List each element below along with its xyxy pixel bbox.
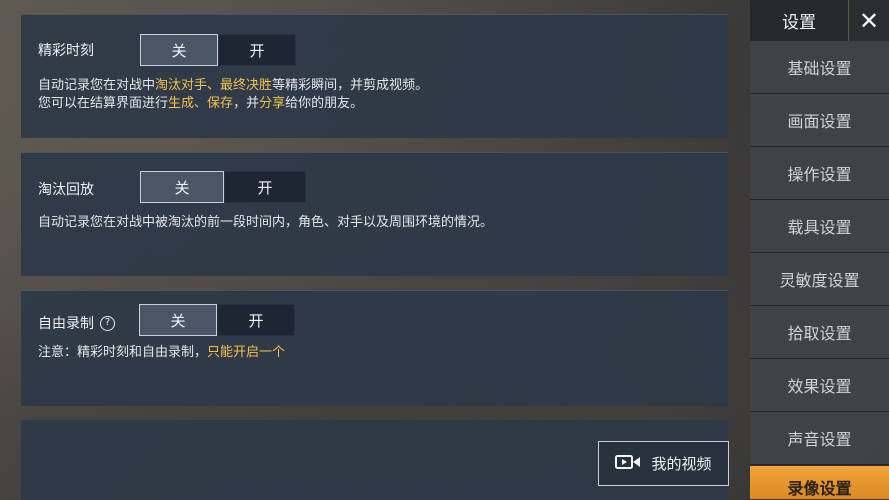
video-camera-icon — [615, 454, 641, 474]
highlights-toggle: 关 开 — [140, 34, 296, 66]
elimination-replay-on-button[interactable]: 开 — [224, 171, 306, 203]
note-text: 注意：精彩时刻和自由录制， — [38, 345, 208, 360]
free-recording-on-button[interactable]: 开 — [217, 304, 295, 336]
settings-content: 精彩时刻 关 开 自动记录您在对战中淘汰对手、最终决胜等精彩瞬间，并剪成视频。 … — [0, 0, 750, 500]
my-video-button[interactable]: 我的视频 — [598, 441, 729, 486]
desc-text: 自动记录您在对战中 — [38, 78, 156, 93]
elimination-replay-toggle: 关 开 — [140, 171, 306, 203]
close-icon[interactable]: ✕ — [848, 0, 889, 41]
highlights-off-button[interactable]: 关 — [140, 34, 218, 66]
highlights-desc-line2: 您可以在结算界面进行生成、保存，并分享给你的朋友。 — [38, 95, 428, 113]
sidebar-item-recording[interactable]: 录像设置 — [750, 466, 889, 500]
free-recording-title: 自由录制 — [38, 316, 94, 332]
elimination-replay-title: 淘汰回放 — [38, 182, 94, 198]
free-recording-title-wrap: 自由录制 ? — [38, 313, 115, 333]
highlights-title: 精彩时刻 — [38, 43, 94, 59]
sidebar-item-vehicle[interactable]: 载具设置 — [750, 200, 889, 253]
highlights-desc-line1: 自动记录您在对战中淘汰对手、最终决胜等精彩瞬间，并剪成视频。 — [38, 77, 428, 95]
free-recording-toggle: 关 开 — [139, 304, 295, 336]
sidebar-item-effects[interactable]: 效果设置 — [750, 359, 889, 412]
free-recording-note: 注意：精彩时刻和自由录制，只能开启一个 — [38, 344, 285, 362]
highlights-on-button[interactable]: 开 — [218, 34, 296, 66]
desc-highlight: 生成 — [168, 96, 195, 111]
desc-highlight: 保存 — [207, 96, 234, 111]
sidebar-title: 设置 — [782, 13, 816, 33]
note-highlight: 只能开启一个 — [207, 345, 286, 360]
desc-highlight: 、 — [194, 96, 208, 111]
desc-highlight: 最终决胜 — [220, 78, 273, 93]
sidebar-item-basic[interactable]: 基础设置 — [750, 41, 889, 94]
settings-sidebar: 设置 ✕ 基础设置 画面设置 操作设置 载具设置 灵敏度设置 拾取设置 效果设置… — [750, 0, 889, 500]
free-recording-off-button[interactable]: 关 — [139, 304, 217, 336]
sidebar-item-pickup[interactable]: 拾取设置 — [750, 306, 889, 359]
desc-text: ，并 — [233, 96, 260, 111]
desc-text: 给你的朋友。 — [285, 96, 364, 111]
desc-text: 您可以在结算界面进行 — [38, 96, 169, 111]
sidebar-item-audio[interactable]: 声音设置 — [750, 412, 889, 465]
sidebar-header: 设置 ✕ — [750, 0, 889, 41]
help-icon[interactable]: ? — [100, 315, 115, 331]
sidebar-item-sensitivity[interactable]: 灵敏度设置 — [750, 253, 889, 306]
sidebar-item-graphics[interactable]: 画面设置 — [750, 94, 889, 147]
desc-text: 等精彩瞬间，并剪成视频。 — [272, 78, 429, 93]
free-recording-panel: 自由录制 ? 关 开 注意：精彩时刻和自由录制，只能开启一个 — [21, 290, 728, 406]
my-video-label: 我的视频 — [651, 455, 712, 473]
desc-highlight: 、 — [207, 78, 221, 93]
elimination-replay-description: 自动记录您在对战中被淘汰的前一段时间内，角色、对手以及周围环境的情况。 — [38, 215, 494, 230]
elimination-replay-off-button[interactable]: 关 — [140, 171, 224, 203]
elimination-replay-panel: 淘汰回放 关 开 自动记录您在对战中被淘汰的前一段时间内，角色、对手以及周围环境… — [21, 152, 728, 276]
highlights-description: 自动记录您在对战中淘汰对手、最终决胜等精彩瞬间，并剪成视频。 您可以在结算界面进… — [38, 77, 428, 113]
desc-highlight: 分享 — [259, 96, 286, 111]
highlights-panel: 精彩时刻 关 开 自动记录您在对战中淘汰对手、最终决胜等精彩瞬间，并剪成视频。 … — [21, 14, 728, 138]
desc-highlight: 淘汰对手 — [155, 78, 208, 93]
sidebar-item-controls[interactable]: 操作设置 — [750, 147, 889, 200]
